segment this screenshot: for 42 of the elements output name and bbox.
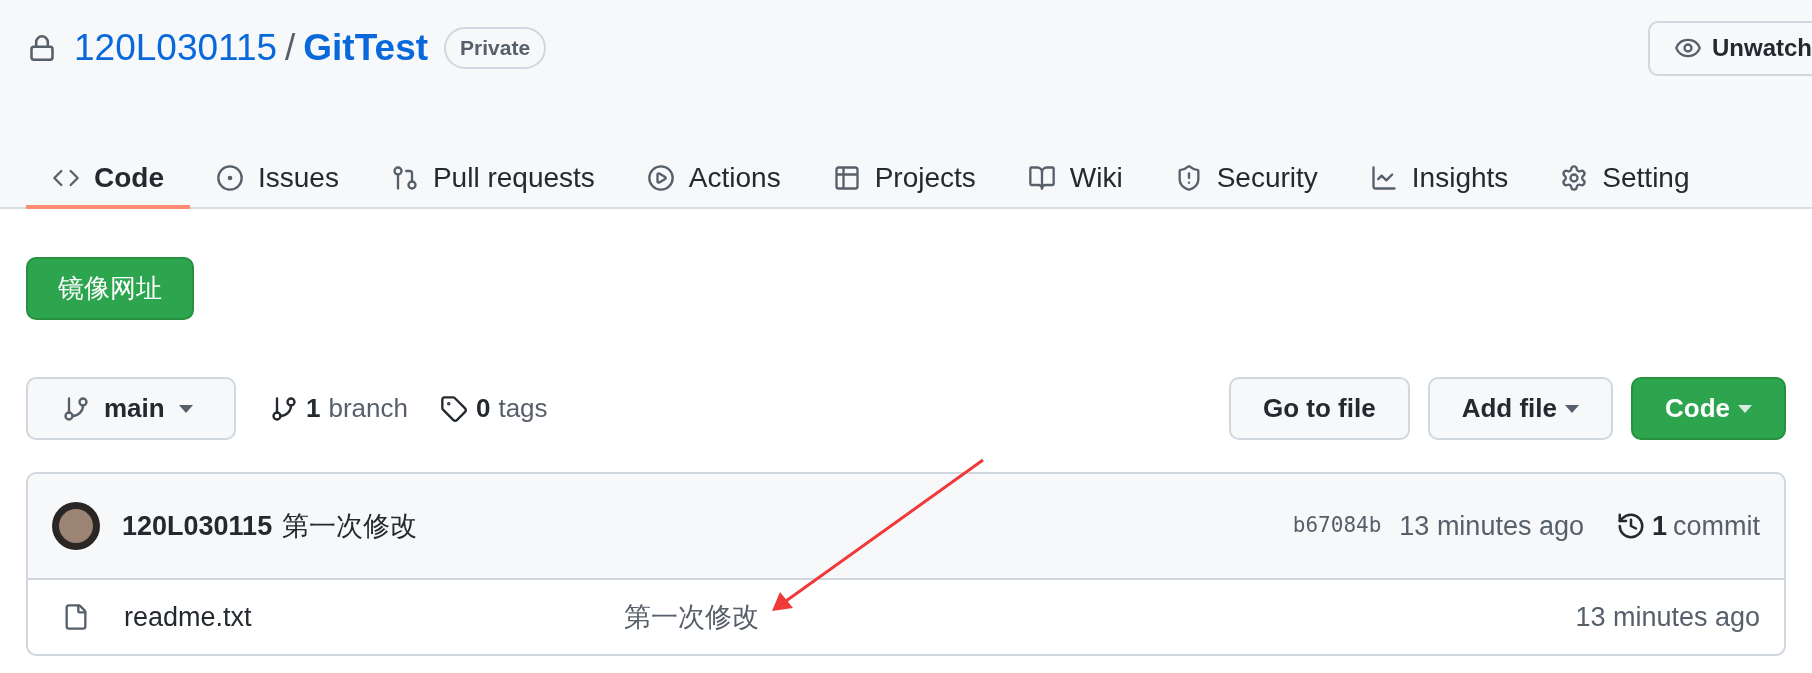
tag-icon <box>439 394 468 423</box>
path-separator: / <box>285 26 296 71</box>
branch-selector[interactable]: main <box>26 377 236 440</box>
add-file-button[interactable]: Add file <box>1427 377 1613 440</box>
nav-tab[interactable]: Actions <box>620 151 807 209</box>
branch-icon <box>62 394 90 423</box>
nav-tab[interactable]: Security <box>1148 151 1344 209</box>
pull-request-icon <box>390 164 419 192</box>
go-to-file-button[interactable]: Go to file <box>1229 377 1410 440</box>
commit-time: 13 minutes ago <box>1399 509 1584 543</box>
play-icon <box>646 164 675 192</box>
nav-tab[interactable]: Projects <box>806 151 1002 209</box>
caret-icon <box>1565 404 1579 413</box>
commit-count-link[interactable]: 1 commit <box>1615 505 1760 547</box>
branch-count-link[interactable]: 1 branch <box>270 389 408 428</box>
caret-icon <box>178 404 193 413</box>
nav-tab[interactable]: Wiki <box>1001 151 1149 209</box>
book-icon <box>1027 164 1056 192</box>
table-icon <box>832 164 861 192</box>
line-chart-icon <box>1369 164 1398 192</box>
avatar <box>52 502 100 550</box>
caret-icon <box>1738 404 1752 413</box>
settings-icon <box>1560 164 1589 192</box>
nav-tab[interactable]: Setting <box>1534 151 1716 209</box>
lock-icon <box>28 33 56 63</box>
visibility-label: Private <box>444 27 547 69</box>
issue-icon <box>216 164 244 192</box>
file-time: 13 minutes ago <box>1575 600 1760 634</box>
nav-tab[interactable]: Code <box>26 151 190 209</box>
commit-sha[interactable]: b67084b <box>1292 510 1382 542</box>
owner-link[interactable]: 120L030115 <box>74 20 278 76</box>
file-name-link[interactable]: readme.txt <box>124 596 624 638</box>
nav-tab[interactable]: Issues <box>190 151 365 209</box>
nav-tab[interactable]: Pull requests <box>364 151 621 209</box>
file-commit-message[interactable]: 第一次修改 <box>624 596 759 638</box>
tag-count-link[interactable]: 0 tags <box>439 389 548 428</box>
nav-tab[interactable]: Insights <box>1343 151 1535 209</box>
branch-icon <box>270 394 298 423</box>
commit-message[interactable]: 第一次修改 <box>282 505 418 547</box>
repo-name-link[interactable]: GitTest <box>303 20 429 76</box>
unwatch-button[interactable]: Unwatch <box>1648 20 1812 76</box>
commit-author[interactable]: 120L030115 <box>122 505 273 547</box>
